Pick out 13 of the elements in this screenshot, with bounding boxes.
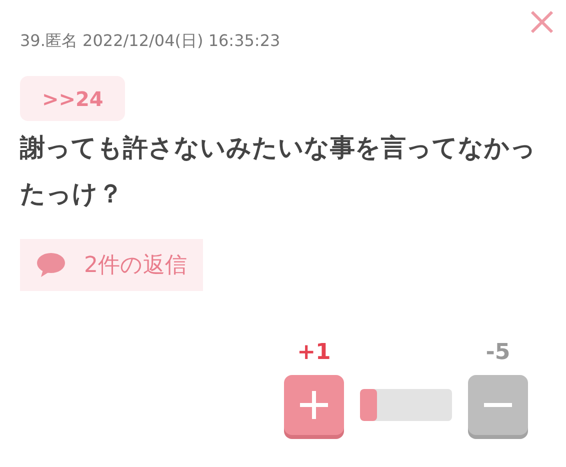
plus-icon bbox=[299, 390, 329, 420]
plus-button[interactable] bbox=[284, 375, 344, 435]
minus-button[interactable] bbox=[468, 375, 528, 435]
close-button[interactable] bbox=[528, 8, 556, 36]
plus-count: +1 bbox=[297, 339, 331, 367]
anchor-link[interactable]: >>24 bbox=[20, 76, 126, 121]
post-body: 謝っても許さないみたいな事を言ってなかったっけ？ bbox=[20, 132, 537, 210]
post-header: 39.匿名 2022/12/04(日) 16:35:23 bbox=[20, 30, 280, 52]
speech-bubble-icon bbox=[36, 252, 66, 278]
replies-button[interactable]: 2件の返信 bbox=[20, 239, 203, 291]
close-icon bbox=[530, 10, 554, 34]
minus-count: -5 bbox=[486, 339, 510, 367]
minus-icon bbox=[483, 402, 513, 408]
